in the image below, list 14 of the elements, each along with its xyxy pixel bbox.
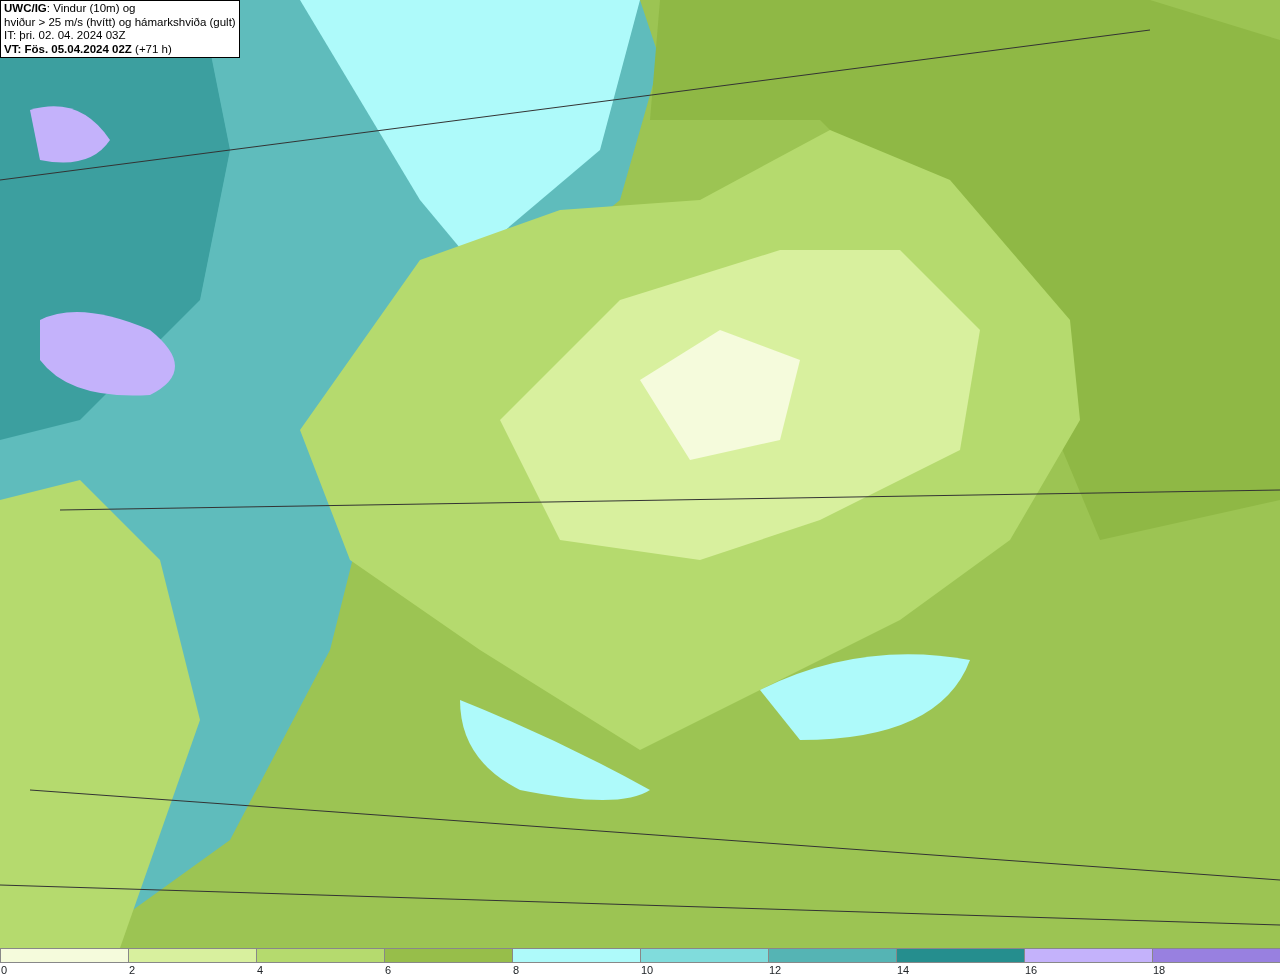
legend-label: 4	[257, 963, 264, 978]
legend-label: 6	[385, 963, 392, 978]
legend-label: 10	[641, 963, 654, 978]
info-text: IT: þri. 02. 04. 2024 03Z	[4, 29, 127, 43]
legend-label: 16	[1025, 963, 1038, 978]
info-text: hviður > 25 m/s (hvítt) og hámarkshviða (gult)	[4, 15, 236, 29]
legend-label: 14	[897, 963, 910, 978]
legend-label: 2	[129, 963, 136, 978]
legend-label: 12	[769, 963, 782, 978]
legend-label: 0	[1, 963, 8, 978]
info-text: VT: Fös. 05.04.2024 02Z (+71 h)	[4, 42, 173, 56]
info-text: UWC/IG: Vindur (10m) og	[4, 2, 137, 16]
legend-label: 18	[1153, 963, 1166, 978]
legend-label: 8	[513, 963, 520, 978]
